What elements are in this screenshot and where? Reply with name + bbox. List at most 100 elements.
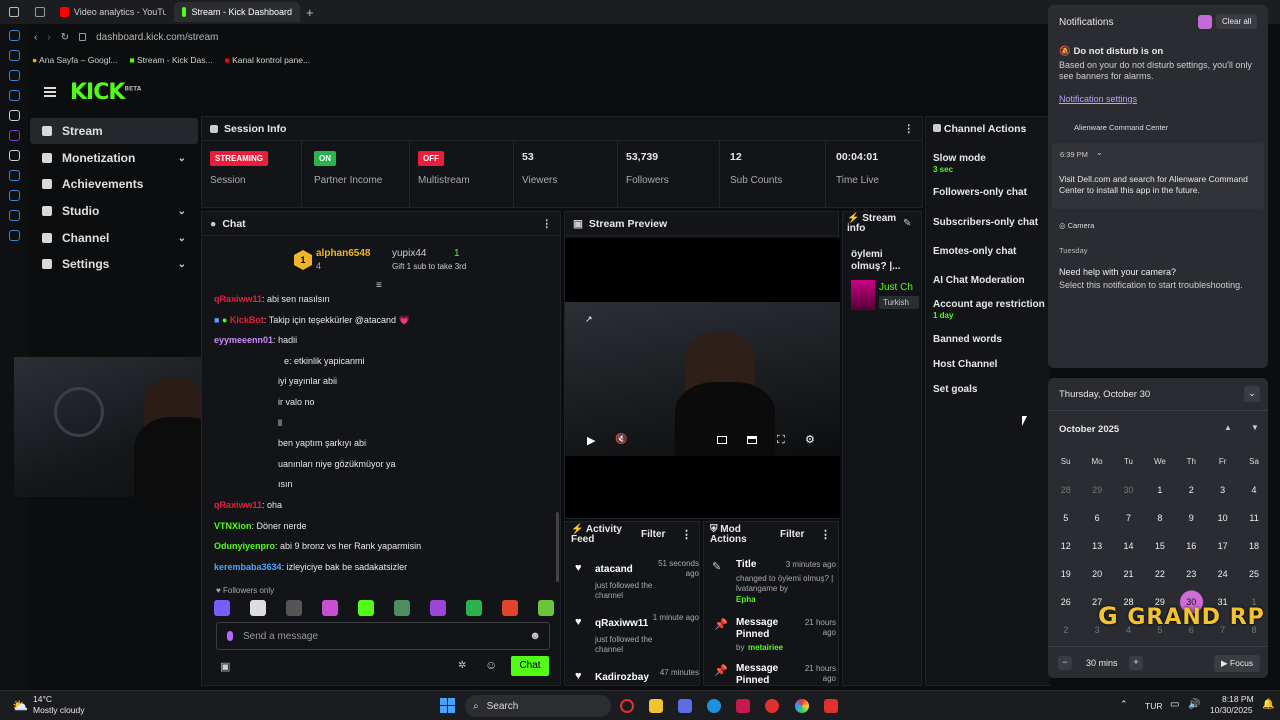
calendar-day[interactable]: 20 (1081, 560, 1112, 588)
tools-icon[interactable] (8, 70, 20, 81)
kebab-menu-icon[interactable]: ⋮ (542, 218, 553, 230)
app-icon[interactable] (824, 699, 838, 713)
theater-icon[interactable] (747, 436, 757, 444)
filter-button[interactable]: Filter (641, 529, 665, 540)
shopping-icon[interactable] (8, 50, 20, 61)
gifter-name[interactable]: alphan6548 (316, 248, 370, 259)
youtube-icon[interactable] (765, 699, 779, 713)
chevron-down-icon[interactable]: ⌄ (1096, 148, 1103, 157)
notification-card[interactable]: 6:39 PM ⌄ Visit Dell.com and search for … (1052, 143, 1264, 209)
weather-icon[interactable]: ⛅ (12, 698, 28, 714)
chat-username[interactable]: qRaxiww11 (214, 500, 262, 510)
bookmark-google[interactable]: ● Ana Sayfa – Googl... (32, 55, 118, 65)
x-icon[interactable] (8, 150, 20, 161)
games-icon[interactable] (8, 190, 20, 201)
calendar-day[interactable]: 3 (1207, 476, 1238, 504)
calendar-month[interactable]: October 2025 (1059, 424, 1119, 435)
calendar-day[interactable]: 22 (1144, 560, 1175, 588)
calendar-day[interactable]: 28 (1050, 476, 1081, 504)
kick-sidebar-icon[interactable] (8, 110, 20, 121)
url-input[interactable]: dashboard.kick.com/stream (96, 32, 218, 43)
emote-icon[interactable] (322, 600, 338, 616)
chat-username[interactable]: qRaxiww11 (214, 294, 262, 304)
app-icon[interactable] (678, 699, 692, 713)
nav-studio[interactable]: Studio ⌄ (30, 198, 198, 224)
kick-logo[interactable]: KICKBETA (70, 80, 141, 105)
microphone-icon[interactable] (227, 631, 233, 641)
calendar-day[interactable]: 19 (1050, 560, 1081, 588)
edit-icon[interactable]: ✎ (903, 218, 911, 229)
activity-user[interactable]: Kadirozbay (595, 672, 649, 683)
action-set-goals[interactable]: Set goals (933, 384, 977, 395)
emote-icon[interactable] (538, 600, 554, 616)
start-button[interactable] (440, 698, 455, 713)
calendar-day[interactable]: 25 (1238, 560, 1269, 588)
chat-scrollbar[interactable] (556, 512, 559, 582)
calendar-day[interactable]: 4 (1238, 476, 1269, 504)
nav-achievements[interactable]: Achievements (30, 171, 198, 197)
calendar-day[interactable]: 11 (1238, 504, 1269, 532)
kebab-menu-icon[interactable]: ⋮ (681, 528, 692, 541)
previous-month-icon[interactable]: ▲ (1224, 423, 1232, 432)
chat-username[interactable]: VTNXion (214, 521, 252, 531)
calendar-day[interactable]: 24 (1207, 560, 1238, 588)
moderator-name[interactable]: metairiee (748, 643, 783, 653)
moderator-name[interactable]: Epha (736, 595, 756, 605)
calendar-day[interactable]: 16 (1176, 532, 1207, 560)
video-player[interactable]: ↗ ▶ 🔇 ⛶ ⚙ (565, 238, 840, 518)
action-emotes-only[interactable]: Emotes-only chat (933, 246, 1016, 257)
pip-icon[interactable] (717, 436, 727, 444)
activity-user[interactable]: qRaxiww11 (595, 618, 648, 629)
settings-icon[interactable] (8, 230, 20, 241)
calendar-day[interactable]: 17 (1207, 532, 1238, 560)
kebab-menu-icon[interactable]: ⋮ (820, 528, 831, 541)
notification-settings-link[interactable]: Notification settings (1059, 94, 1137, 104)
calendar-day[interactable]: 12 (1050, 532, 1081, 560)
network-icon[interactable]: ▭ (1170, 699, 1179, 710)
calendar-day[interactable]: 15 (1144, 532, 1175, 560)
calendar-day[interactable]: 1 (1144, 476, 1175, 504)
calendar-day[interactable]: 7 (1113, 504, 1144, 532)
outlook-icon[interactable] (8, 90, 20, 101)
action-subscribers-only[interactable]: Subscribers-only chat (933, 217, 1038, 228)
calendar-day[interactable]: 2 (1176, 476, 1207, 504)
filter-button[interactable]: Filter (780, 529, 804, 540)
play-icon[interactable]: ▶ (587, 434, 595, 447)
hamburger-icon[interactable] (44, 87, 56, 97)
action-slow-mode[interactable]: Slow mode 3 sec (933, 153, 986, 174)
action-account-age[interactable]: Account age restriction 1 day (933, 299, 1045, 320)
nav-monetization[interactable]: Monetization ⌄ (30, 145, 198, 171)
calendar-day[interactable]: 23 (1176, 560, 1207, 588)
fullscreen-icon[interactable]: ⛶ (777, 434, 785, 447)
emote-icon[interactable] (502, 600, 518, 616)
bookmark-kick[interactable]: ■ Stream - Kick Das... (130, 55, 213, 65)
emote-icon[interactable] (250, 600, 266, 616)
taskbar-search[interactable]: ⌕ Search (465, 695, 611, 717)
reload-icon[interactable]: ↻ (61, 32, 69, 43)
tab-youtube[interactable]: Video analytics - YouTube (52, 2, 174, 22)
chat-username[interactable]: kerembaba3634 (214, 562, 282, 572)
calendar-day[interactable]: 5 (1050, 504, 1081, 532)
volume-icon[interactable]: 🔊 (1188, 699, 1200, 710)
notification-bell-icon[interactable]: 🔔 (1262, 699, 1274, 710)
mute-icon[interactable]: 🔇 (615, 434, 627, 445)
gifter-name-2[interactable]: yupix44 (392, 248, 426, 259)
emoji-icon[interactable]: ☻ (529, 630, 541, 642)
chat-username[interactable]: eyymeeenn01 (214, 335, 273, 345)
emote-icon[interactable] (358, 600, 374, 616)
settings-icon[interactable]: ⚙ (805, 433, 815, 446)
calendar-day[interactable]: 29 (1081, 476, 1112, 504)
category-link[interactable]: Just Ch (879, 282, 919, 293)
new-tab-icon[interactable]: + (306, 5, 314, 20)
users-icon[interactable]: ☺ (485, 658, 497, 672)
calendar-day[interactable]: 6 (1081, 504, 1112, 532)
bookmark-youtube[interactable]: ■ Kanal kontrol pane... (225, 55, 311, 65)
action-host-channel[interactable]: Host Channel (933, 359, 997, 370)
emote-icon[interactable] (286, 600, 302, 616)
calendar-day[interactable]: 9 (1176, 504, 1207, 532)
chat-settings-icon[interactable]: ✲ (458, 660, 466, 671)
calendar-day[interactable]: 30 (1113, 476, 1144, 504)
discover-icon[interactable] (8, 170, 20, 181)
notification-body-title[interactable]: Need help with your camera? (1059, 267, 1176, 277)
chevron-up-icon[interactable]: ⌃ (1120, 699, 1128, 710)
